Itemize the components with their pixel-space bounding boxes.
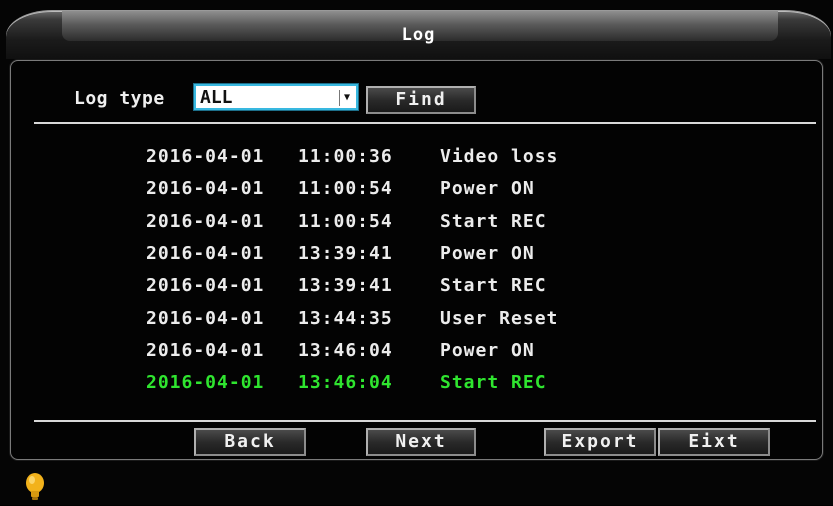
log-time: 13:39:41 xyxy=(298,242,393,264)
log-time: 11:00:36 xyxy=(298,146,393,167)
dropdown-arrow-icon[interactable]: ▼ xyxy=(339,90,354,106)
log-event: Start REC xyxy=(440,275,547,297)
log-panel xyxy=(10,60,823,460)
log-event: Start REC xyxy=(440,210,547,232)
log-type-select[interactable]: ALL ▼ xyxy=(194,84,358,110)
log-time: 13:46:04 xyxy=(298,372,393,394)
log-type-label: Log type xyxy=(74,88,165,109)
exit-button[interactable]: Eixt xyxy=(658,428,770,456)
back-button[interactable]: Back xyxy=(194,428,306,456)
log-date: 2016-04-01 xyxy=(146,372,265,394)
log-date: 2016-04-01 xyxy=(146,178,265,200)
log-event: Start REC xyxy=(440,372,547,394)
title-bar: Log xyxy=(6,10,831,59)
log-time: 13:44:35 xyxy=(298,307,393,329)
log-time: 11:00:54 xyxy=(298,210,393,232)
log-time: 13:46:04 xyxy=(298,339,393,361)
log-date: 2016-04-01 xyxy=(146,307,265,329)
header-divider xyxy=(34,122,816,124)
log-event: Video loss xyxy=(440,146,559,167)
log-time: 11:00:54 xyxy=(298,178,393,200)
log-event: User Reset xyxy=(440,307,559,329)
log-time: 13:39:41 xyxy=(298,275,393,297)
export-button[interactable]: Export xyxy=(544,428,656,456)
log-date: 2016-04-01 xyxy=(146,339,265,361)
next-button[interactable]: Next xyxy=(366,428,476,456)
dvr-screen: Log Log type ALL ▼ Find 2016-04-01 11:00:… xyxy=(0,0,833,505)
log-date: 2016-04-01 xyxy=(146,210,265,232)
log-event: Power ON xyxy=(440,242,535,264)
window-title: Log xyxy=(401,25,436,45)
footer-divider xyxy=(34,420,816,422)
find-button[interactable]: Find xyxy=(366,86,476,114)
log-event: Power ON xyxy=(440,178,535,200)
log-date: 2016-04-01 xyxy=(146,146,265,167)
log-date: 2016-04-01 xyxy=(146,275,265,297)
log-date: 2016-04-01 xyxy=(146,242,265,264)
log-type-value: ALL xyxy=(200,87,233,108)
lightbulb-icon xyxy=(22,472,48,502)
log-event: Power ON xyxy=(440,339,535,361)
